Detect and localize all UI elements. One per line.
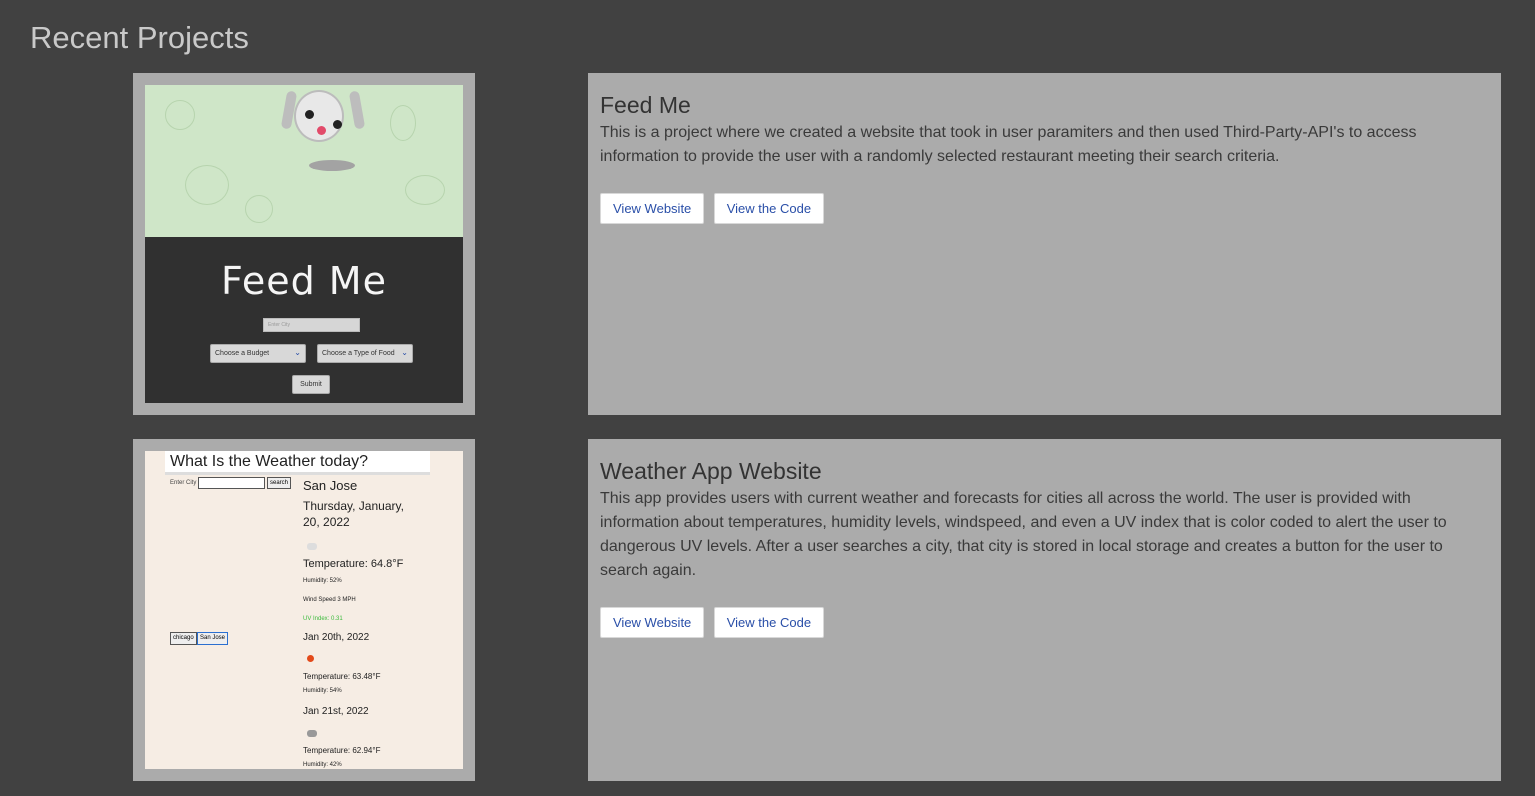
robot-eye (333, 120, 342, 129)
forecast-temperature: Temperature: 63.48°F (303, 672, 381, 681)
current-temperature: Temperature: 64.8°F (303, 558, 404, 570)
doodle-icon (390, 105, 416, 141)
project-card-weather-app: Weather App Website This app provides us… (588, 439, 1501, 781)
doodle-icon (185, 165, 229, 205)
thumbnail-budget-select: Choose a Budget ⌄ (210, 344, 306, 363)
current-city: San Jose (303, 478, 358, 493)
thumbnail-heading: Feed Me (221, 259, 387, 303)
view-website-button[interactable]: View Website (600, 193, 705, 224)
thumbnail-submit-button: Submit (292, 375, 330, 394)
budget-select-label: Choose a Budget (215, 350, 270, 357)
current-date: Thursday, January, 20, 2022 (303, 499, 404, 529)
thumbnail-food-select: Choose a Type of Food ⌄ (317, 344, 413, 363)
project-title: Feed Me (600, 92, 691, 118)
enter-city-label: Enter City (170, 480, 197, 486)
food-select-label: Choose a Type of Food (322, 350, 395, 357)
view-website-button[interactable]: View Website (600, 607, 705, 638)
forecast-humidity: Humidity: 42% (303, 762, 342, 768)
robot-arm (348, 90, 366, 130)
cloud-icon (307, 543, 317, 550)
forecast-humidity: Humidity: 54% (303, 688, 342, 694)
thumbnail-city-input: Enter City (263, 318, 360, 332)
thumbnail-heading: What Is the Weather today? (170, 453, 369, 470)
thumbnail-city-input (198, 477, 265, 489)
thumbnail-search-button: search (267, 477, 291, 489)
sun-icon (307, 655, 314, 662)
feed-me-screenshot: Feed Me Enter City Choose a Budget ⌄ Cho… (145, 85, 463, 403)
project-card-feed-me: Feed Me This is a project where we creat… (588, 73, 1501, 415)
doodle-icon (165, 100, 195, 130)
project-description: This is a project where we created a web… (600, 124, 1417, 165)
forecast-temperature: Temperature: 62.94°F (303, 746, 381, 755)
project-description: This app provides users with current wea… (600, 490, 1447, 579)
history-button: San Jose (197, 632, 229, 645)
view-code-button[interactable]: View the Code (713, 607, 825, 638)
chevron-down-icon: ⌄ (401, 348, 408, 358)
current-wind: Wind Speed 3 MPH (303, 597, 356, 603)
chevron-down-icon: ⌄ (294, 348, 301, 357)
cloud-icon (307, 730, 317, 737)
project-thumbnail-frame: Feed Me Enter City Choose a Budget ⌄ Cho… (133, 73, 475, 415)
thumbnail-form-area: Feed Me Enter City Choose a Budget ⌄ Cho… (145, 237, 463, 403)
current-uv-index: UV Index: 0.31 (303, 616, 343, 622)
project-title: Weather App Website (600, 458, 822, 484)
robot-mouth (317, 126, 326, 135)
view-code-button[interactable]: View the Code (713, 193, 825, 224)
robot-eye (305, 110, 314, 119)
thumbnail-banner (145, 85, 463, 237)
forecast-date: Jan 21st, 2022 (303, 706, 369, 717)
history-button: chicago (170, 632, 197, 645)
section-title: Recent Projects (30, 20, 249, 55)
project-thumbnail-frame: What Is the Weather today? Enter City se… (133, 439, 475, 781)
weather-app-screenshot: What Is the Weather today? Enter City se… (145, 451, 463, 769)
forecast-date: Jan 20th, 2022 (303, 632, 370, 643)
doodle-icon (405, 175, 445, 205)
current-humidity: Humidity: 52% (303, 578, 342, 584)
doodle-icon (245, 195, 273, 223)
robot-shadow (309, 160, 355, 171)
